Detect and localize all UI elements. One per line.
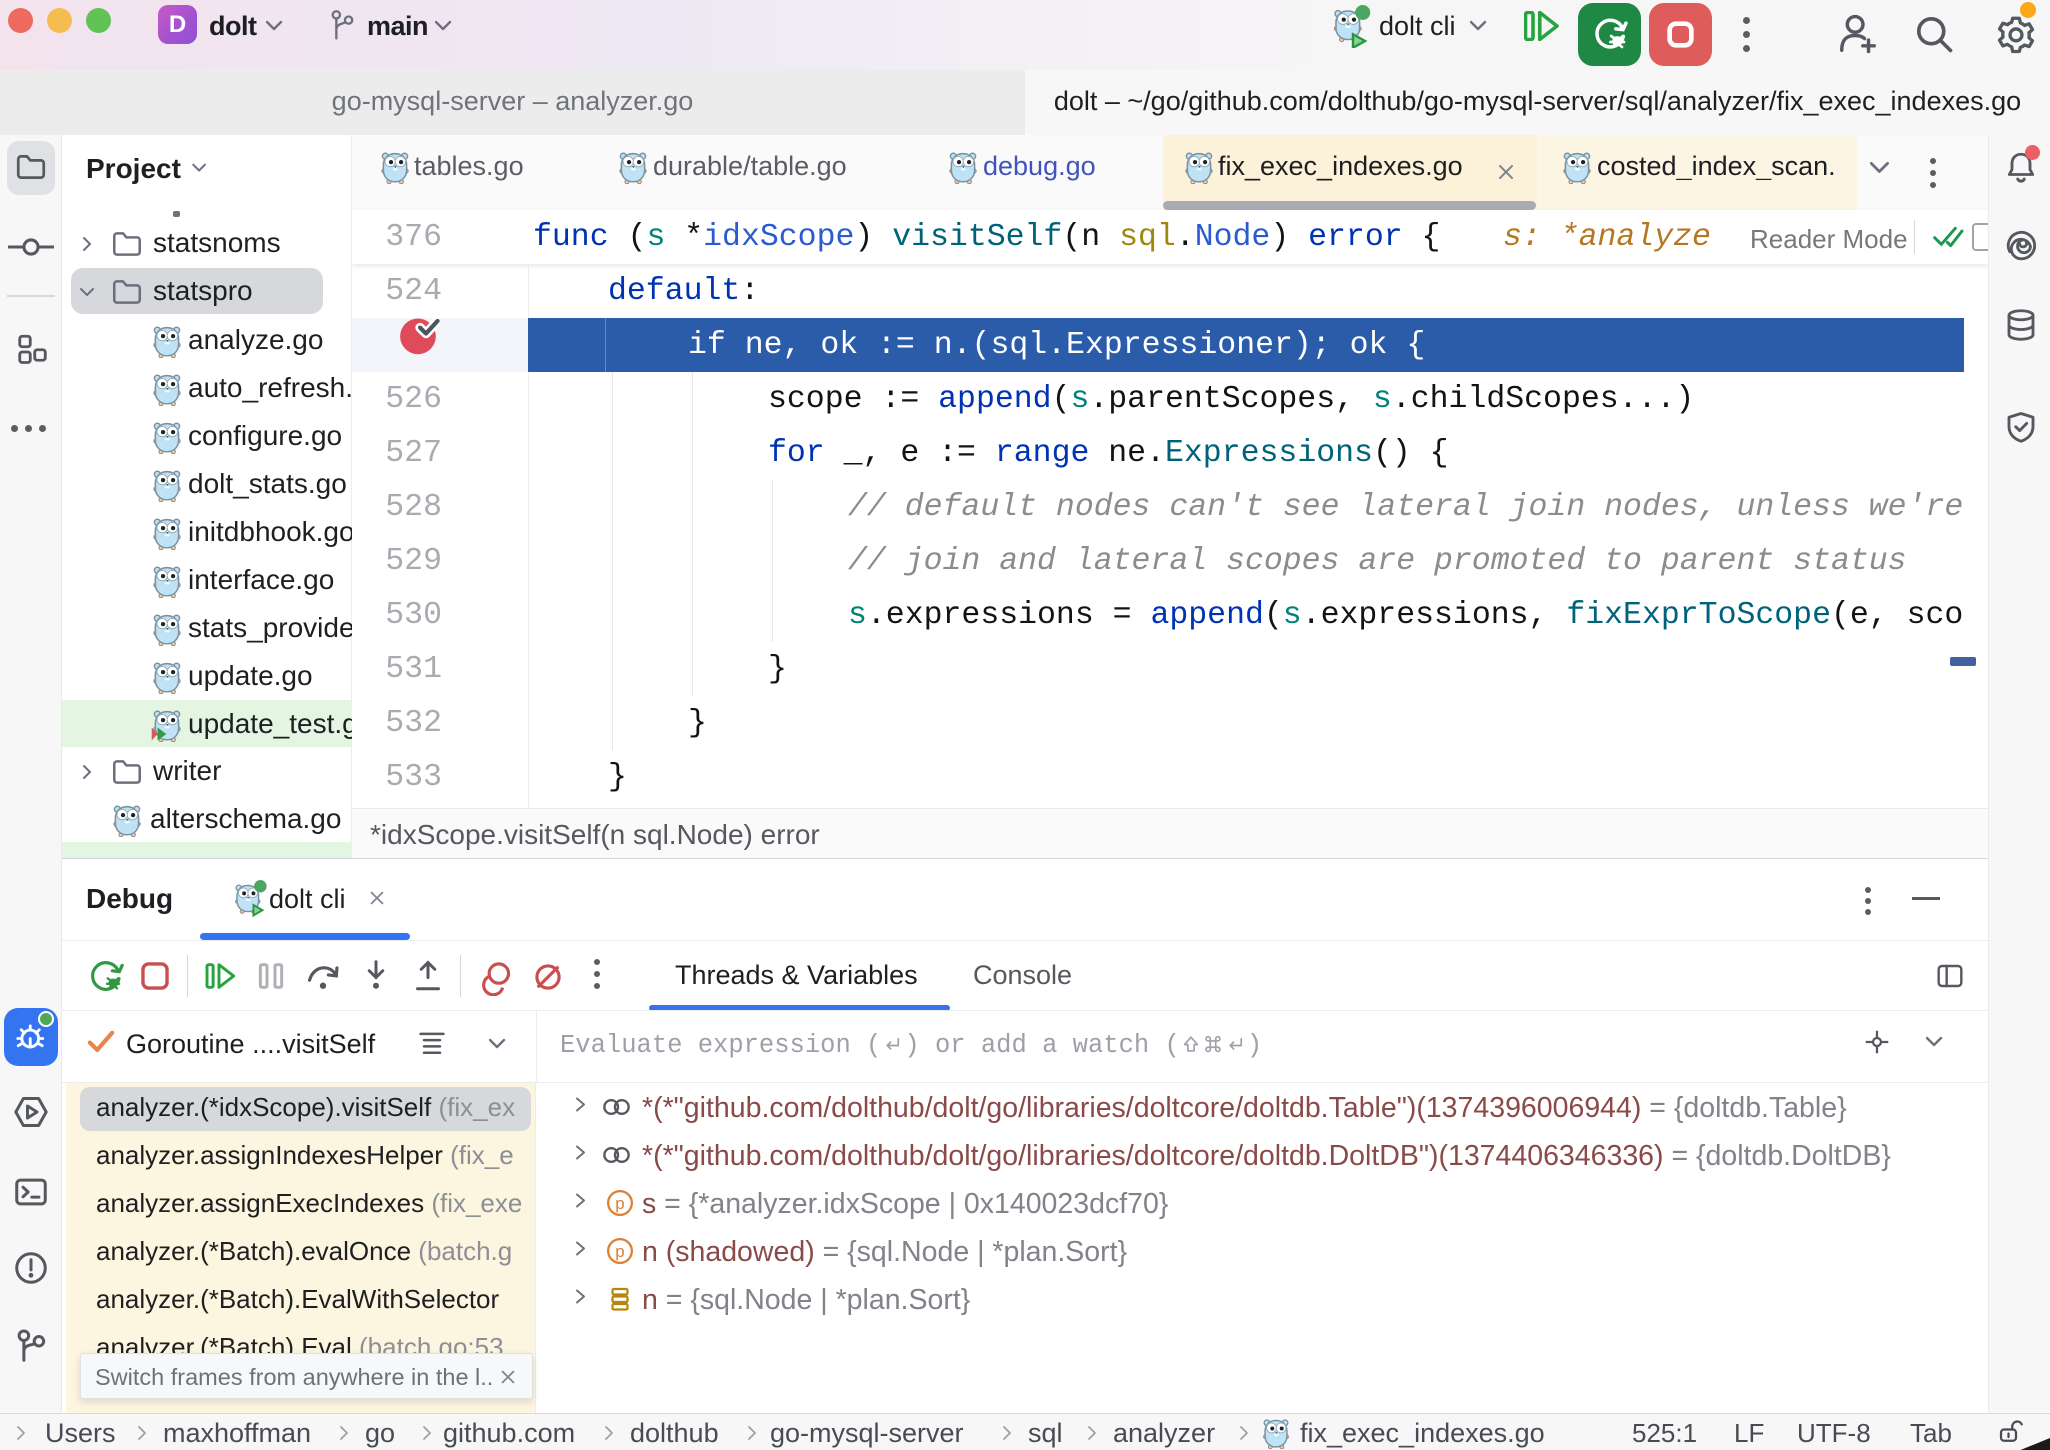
svg-text:p: p: [615, 1194, 624, 1213]
svg-text:p: p: [615, 1242, 624, 1261]
